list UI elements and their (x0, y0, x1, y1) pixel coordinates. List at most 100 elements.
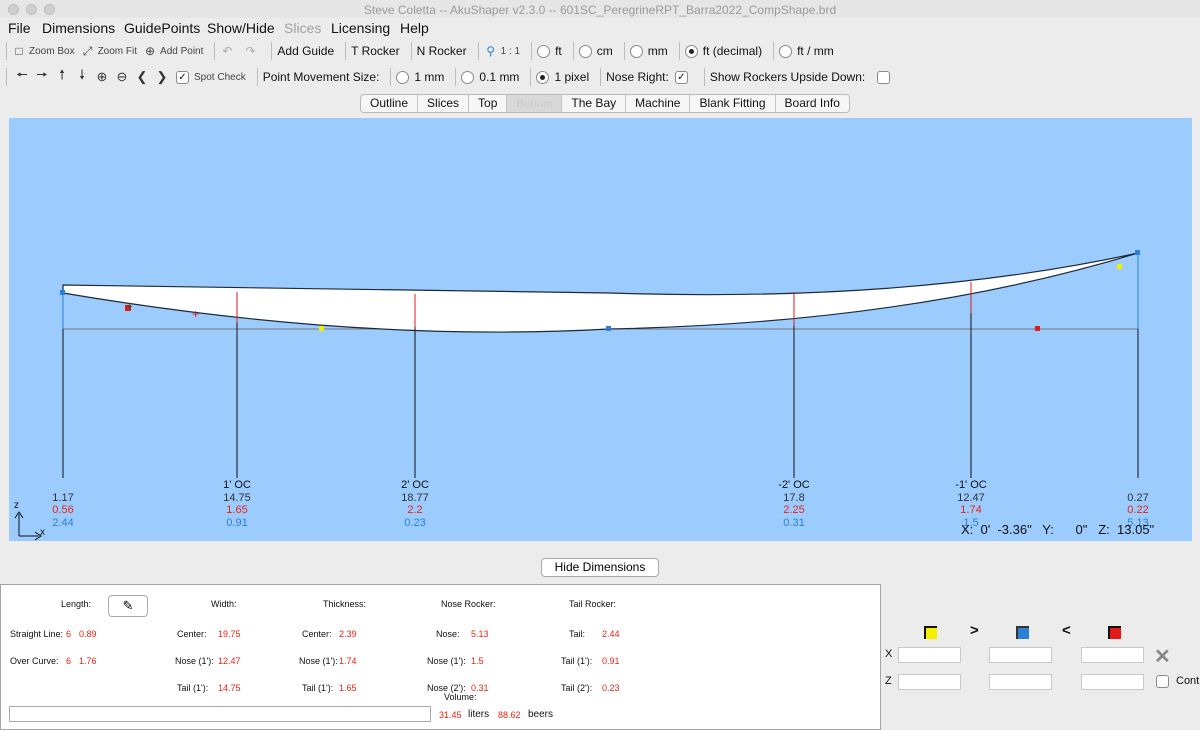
nose-rocker-1ft-label: Nose (1'): (427, 656, 466, 666)
menu-bar: File Dimensions GuidePoints Show/Hide Sl… (0, 18, 1200, 38)
volume-beers-unit: beers (528, 709, 554, 720)
radio-selected-icon (684, 44, 698, 58)
nose-right-checkbox[interactable]: ✓ (674, 70, 693, 84)
rocker-drawing[interactable]: + + (9, 118, 1192, 541)
thickness-nose-value: 1.74 (339, 656, 357, 666)
toolbar-grip (6, 42, 7, 60)
nose-rocker-nose-value: 5.13 (471, 629, 489, 639)
t-rocker-button[interactable]: T Rocker (351, 44, 399, 58)
board-rocker-profile[interactable] (62, 252, 1139, 333)
menu-show-hide[interactable]: Show/Hide (207, 20, 275, 36)
red-handle-swatch[interactable] (1108, 626, 1121, 639)
volume-beers-value: 88.62 (498, 710, 521, 720)
control-point-nose-handle[interactable] (1117, 264, 1122, 269)
thickness-tail-value: 1.65 (339, 683, 357, 693)
x-input-red[interactable] (1081, 647, 1144, 663)
arrow-down-icon[interactable]: 🠗 (72, 66, 92, 88)
control-point-handle-yellow[interactable] (319, 326, 324, 331)
show-rockers-checkbox[interactable] (877, 70, 895, 84)
chevron-left-icon[interactable]: ❮ (132, 69, 152, 85)
redo-button[interactable]: ↷ (243, 44, 260, 58)
add-guide-button[interactable]: Add Guide (277, 44, 334, 58)
dimension-column-2oc: 2' OC 18.77 2.2 0.23 (401, 479, 429, 529)
arrow-left-icon[interactable]: 🠔 (12, 66, 32, 88)
spot-check-toggle[interactable]: ✓ Spot Check (176, 70, 246, 84)
unit-ft-radio[interactable]: ft (537, 44, 562, 58)
width-label: Width: (211, 599, 237, 609)
add-point-button[interactable]: ⊕ Add Point (143, 44, 203, 58)
menu-file[interactable]: File (8, 20, 31, 36)
over-curve-in: 1.76 (79, 656, 97, 666)
tab-top[interactable]: Top (469, 95, 508, 112)
control-point-tail[interactable] (60, 290, 65, 295)
toolbar-separator (390, 68, 392, 86)
z-coordinate-label: Z (885, 675, 892, 687)
tab-slices[interactable]: Slices (418, 95, 470, 112)
blue-point-swatch[interactable] (1016, 626, 1029, 639)
scale-button[interactable]: ⚲ 1 : 1 (484, 44, 520, 58)
chevron-right-icon[interactable]: ❯ (152, 69, 172, 85)
yellow-handle-swatch[interactable] (924, 626, 937, 639)
window-title: Steve Coletta -- AkuShaper v2.3.0 -- 601… (363, 3, 837, 17)
zoom-fit-button[interactable]: ⤢ Zoom Fit (81, 44, 137, 59)
tab-outline[interactable]: Outline (361, 95, 419, 112)
z-input-blue[interactable] (989, 674, 1052, 690)
unit-ft-decimal-radio[interactable]: ft (decimal) (684, 44, 762, 58)
movement-0-1mm-radio[interactable]: 0.1 mm (461, 70, 519, 84)
magnifier-icon: ⚲ (486, 44, 495, 58)
x-input-yellow[interactable] (898, 647, 961, 663)
point-movement-label: Point Movement Size: (262, 70, 380, 84)
menu-licensing[interactable]: Licensing (331, 20, 390, 36)
edit-length-button[interactable]: ✎ (108, 595, 148, 617)
unit-ft-mm-radio[interactable]: ft / mm (779, 44, 834, 58)
zoom-out-icon[interactable]: ⊖ (112, 69, 132, 85)
x-input-blue[interactable] (989, 647, 1052, 663)
control-point-center[interactable] (606, 326, 611, 331)
hide-dimensions-button[interactable]: Hide Dimensions (541, 558, 659, 577)
tab-blank-fitting[interactable]: Blank Fitting (690, 95, 776, 112)
control-point-handle-red[interactable] (1035, 326, 1040, 331)
z-input-yellow[interactable] (898, 674, 961, 690)
zoom-in-icon[interactable]: ⊕ (92, 69, 112, 85)
toolbar-separator (600, 68, 602, 86)
tab-machine[interactable]: Machine (626, 95, 691, 112)
menu-help[interactable]: Help (400, 20, 429, 36)
tab-bottom[interactable]: Bottom (507, 95, 563, 112)
n-rocker-button[interactable]: N Rocker (417, 44, 467, 58)
toolbar-separator (345, 42, 347, 60)
tab-the-bay[interactable]: The Bay (562, 95, 627, 112)
undo-button[interactable]: ↶ (220, 44, 237, 58)
movement-1mm-radio[interactable]: 1 mm (396, 70, 444, 84)
unit-mm-radio[interactable]: mm (629, 44, 668, 58)
continuous-checkbox[interactable] (1156, 675, 1169, 688)
zoom-box-icon: □ (15, 44, 23, 58)
notes-field[interactable] (9, 706, 431, 722)
unit-cm-radio[interactable]: cm (578, 44, 613, 58)
movement-1pixel-radio[interactable]: 1 pixel (536, 70, 589, 84)
menu-slices[interactable]: Slices (284, 20, 321, 36)
radio-icon (537, 44, 551, 58)
arrow-up-icon[interactable]: 🠕 (52, 66, 72, 88)
arrow-right-icon[interactable]: 🠖 (32, 66, 52, 88)
menu-guidepoints[interactable]: GuidePoints (124, 20, 200, 36)
volume-liters-unit: liters (468, 709, 490, 720)
close-icon[interactable]: ✕ (1154, 644, 1171, 669)
over-curve-ft: 6 (66, 656, 72, 666)
volume-liters-value: 31.45 (439, 710, 462, 720)
control-point-editor: > < X ✕ Z Cont (882, 618, 1200, 730)
radio-icon (396, 70, 410, 84)
tail-rocker-1ft-value: 0.91 (602, 656, 620, 666)
thickness-tail-label: Tail (1'): (302, 683, 334, 693)
width-nose-label: Nose (1'): (175, 656, 214, 666)
toolbar-separator (256, 68, 258, 86)
toolbar-navigation: 🠔 🠖 🠕 🠗 ⊕ ⊖ ❮ ❯ ✓ Spot Check Point Movem… (6, 64, 901, 90)
menu-dimensions[interactable]: Dimensions (42, 20, 115, 36)
tail-rocker-2ft-label: Tail (2'): (561, 683, 593, 693)
zoom-box-button[interactable]: □ Zoom Box (12, 44, 74, 58)
z-input-red[interactable] (1081, 674, 1144, 690)
thickness-center-label: Center: (302, 629, 332, 639)
tab-board-info[interactable]: Board Info (776, 95, 849, 112)
control-point-nose[interactable] (1135, 250, 1140, 255)
rocker-canvas[interactable]: + + z x 1.17 0.56 2.44 1' OC 14.75 1.65 … (9, 118, 1192, 541)
expand-arrows-icon: ⤢ (82, 43, 93, 58)
